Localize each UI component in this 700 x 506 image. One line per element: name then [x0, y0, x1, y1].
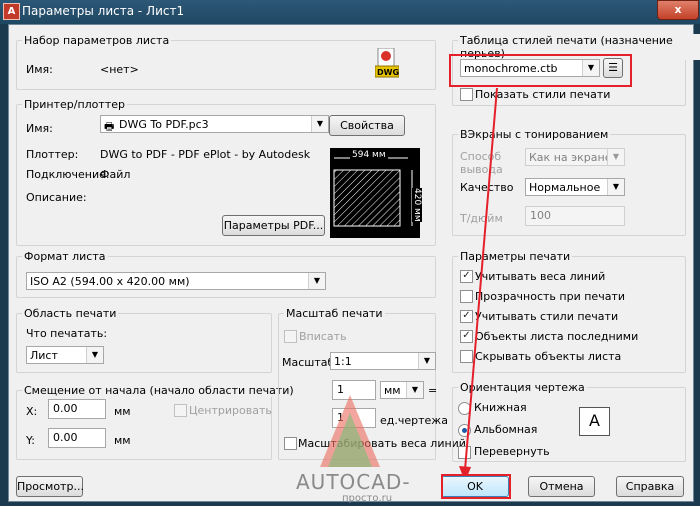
cancel-button[interactable]: Отмена — [528, 476, 595, 497]
ok-highlight-box — [441, 474, 511, 499]
annotation-arrow — [459, 87, 498, 482]
preview-button[interactable]: Просмотр... — [16, 476, 84, 497]
help-button[interactable]: Справка — [616, 476, 684, 497]
